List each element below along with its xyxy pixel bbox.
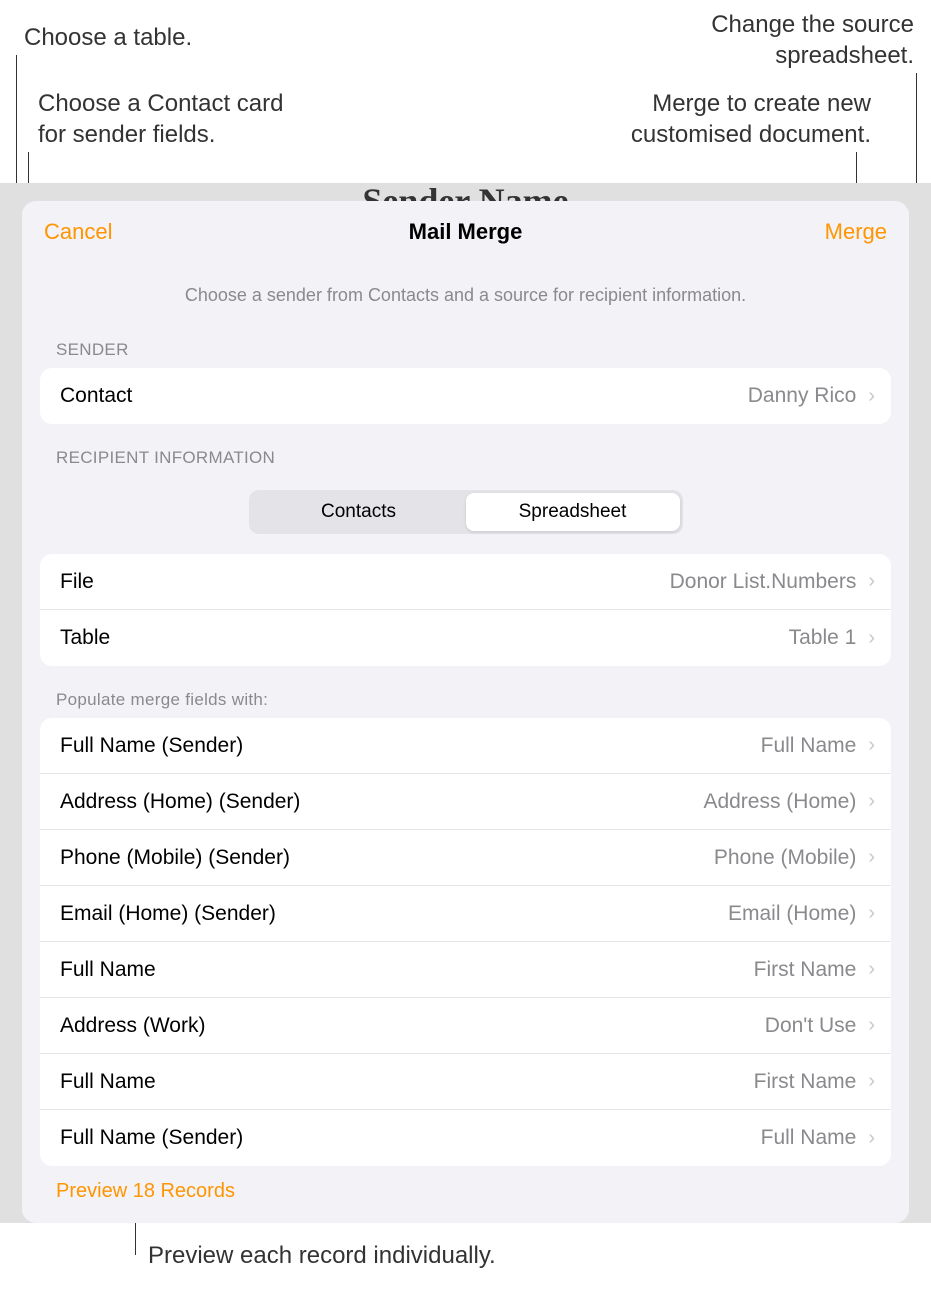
merge-field-value: Don't Use › bbox=[765, 1014, 875, 1038]
table-value-text: Table 1 bbox=[789, 626, 857, 650]
callout-choose-contact: Choose a Contact card for sender fields. bbox=[38, 88, 283, 150]
merge-field-row[interactable]: Email (Home) (Sender) Email (Home) › bbox=[40, 886, 891, 942]
merge-field-value-text: Full Name bbox=[761, 1126, 857, 1150]
merge-field-label: Full Name bbox=[60, 1070, 156, 1094]
chevron-right-icon: › bbox=[868, 385, 875, 408]
chevron-right-icon: › bbox=[868, 902, 875, 925]
callout-merge-create: Merge to create new customised document. bbox=[631, 88, 871, 150]
callout-choose-table: Choose a table. bbox=[24, 22, 192, 53]
sender-group: Contact Danny Rico › bbox=[40, 368, 891, 424]
merge-field-value: First Name › bbox=[754, 1070, 875, 1094]
merge-field-label: Address (Work) bbox=[60, 1014, 205, 1038]
segment-contacts[interactable]: Contacts bbox=[252, 493, 466, 531]
callout-change-source: Change the source spreadsheet. bbox=[711, 9, 914, 71]
table-value: Table 1 › bbox=[789, 626, 875, 650]
callout-text: spreadsheet. bbox=[711, 40, 914, 71]
merge-field-value-text: First Name bbox=[754, 1070, 857, 1094]
recipient-section-header: Recipient Information bbox=[22, 424, 909, 476]
merge-field-value-text: Address (Home) bbox=[703, 790, 856, 814]
callout-text: for sender fields. bbox=[38, 119, 283, 150]
sheet-subtitle: Choose a sender from Contacts and a sour… bbox=[22, 255, 909, 316]
sheet-title: Mail Merge bbox=[22, 219, 909, 245]
callout-text: Change the source bbox=[711, 9, 914, 40]
merge-button[interactable]: Merge bbox=[825, 219, 887, 245]
sender-section-header: Sender bbox=[22, 316, 909, 368]
merge-field-label: Email (Home) (Sender) bbox=[60, 902, 276, 926]
merge-field-value: Phone (Mobile) › bbox=[714, 846, 875, 870]
merge-field-value: Email (Home) › bbox=[728, 902, 875, 926]
chevron-right-icon: › bbox=[868, 1014, 875, 1037]
callout-text: customised document. bbox=[631, 119, 871, 150]
contact-row[interactable]: Contact Danny Rico › bbox=[40, 368, 891, 424]
callout-preview-records: Preview each record individually. bbox=[148, 1240, 496, 1271]
merge-field-row[interactable]: Phone (Mobile) (Sender) Phone (Mobile) › bbox=[40, 830, 891, 886]
file-value-text: Donor List.Numbers bbox=[670, 570, 857, 594]
chevron-right-icon: › bbox=[868, 958, 875, 981]
populate-fields-header: Populate merge fields with: bbox=[22, 666, 909, 718]
file-value: Donor List.Numbers › bbox=[670, 570, 875, 594]
chevron-right-icon: › bbox=[868, 790, 875, 813]
sheet-header: Cancel Mail Merge Merge bbox=[22, 201, 909, 255]
contact-value: Danny Rico › bbox=[748, 384, 875, 408]
merge-fields-group: Full Name (Sender) Full Name › Address (… bbox=[40, 718, 891, 1166]
merge-field-value: Full Name › bbox=[761, 734, 875, 758]
merge-field-label: Phone (Mobile) (Sender) bbox=[60, 846, 290, 870]
segment-spreadsheet[interactable]: Spreadsheet bbox=[466, 493, 680, 531]
merge-field-row[interactable]: Full Name (Sender) Full Name › bbox=[40, 1110, 891, 1166]
mail-merge-sheet: Cancel Mail Merge Merge Choose a sender … bbox=[22, 201, 909, 1223]
chevron-right-icon: › bbox=[868, 734, 875, 757]
table-row[interactable]: Table Table 1 › bbox=[40, 610, 891, 666]
merge-field-value-text: Email (Home) bbox=[728, 902, 856, 926]
recipient-source-segmented: Contacts Spreadsheet bbox=[249, 490, 683, 534]
chevron-right-icon: › bbox=[868, 1070, 875, 1093]
file-label: File bbox=[60, 570, 94, 594]
recipient-file-group: File Donor List.Numbers › Table Table 1 … bbox=[40, 554, 891, 666]
contact-value-text: Danny Rico bbox=[748, 384, 857, 408]
merge-field-value: First Name › bbox=[754, 958, 875, 982]
merge-field-value-text: Don't Use bbox=[765, 1014, 857, 1038]
merge-field-row[interactable]: Full Name (Sender) Full Name › bbox=[40, 718, 891, 774]
merge-field-value: Address (Home) › bbox=[703, 790, 875, 814]
merge-field-row[interactable]: Full Name First Name › bbox=[40, 942, 891, 998]
table-label: Table bbox=[60, 626, 110, 650]
merge-field-row[interactable]: Full Name First Name › bbox=[40, 1054, 891, 1110]
merge-field-value-text: Phone (Mobile) bbox=[714, 846, 856, 870]
merge-field-label: Address (Home) (Sender) bbox=[60, 790, 300, 814]
merge-field-label: Full Name (Sender) bbox=[60, 734, 243, 758]
preview-records-link[interactable]: Preview 18 Records bbox=[22, 1166, 909, 1217]
chevron-right-icon: › bbox=[868, 1127, 875, 1150]
cancel-button[interactable]: Cancel bbox=[44, 219, 112, 245]
merge-field-value-text: First Name bbox=[754, 958, 857, 982]
merge-field-label: Full Name bbox=[60, 958, 156, 982]
chevron-right-icon: › bbox=[868, 570, 875, 593]
merge-field-value-text: Full Name bbox=[761, 734, 857, 758]
file-row[interactable]: File Donor List.Numbers › bbox=[40, 554, 891, 610]
merge-field-row[interactable]: Address (Work) Don't Use › bbox=[40, 998, 891, 1054]
callout-text: Choose a Contact card bbox=[38, 88, 283, 119]
chevron-right-icon: › bbox=[868, 846, 875, 869]
callout-text: Merge to create new bbox=[631, 88, 871, 119]
chevron-right-icon: › bbox=[868, 627, 875, 650]
merge-field-label: Full Name (Sender) bbox=[60, 1126, 243, 1150]
merge-field-row[interactable]: Address (Home) (Sender) Address (Home) › bbox=[40, 774, 891, 830]
merge-field-value: Full Name › bbox=[761, 1126, 875, 1150]
contact-label: Contact bbox=[60, 384, 132, 408]
